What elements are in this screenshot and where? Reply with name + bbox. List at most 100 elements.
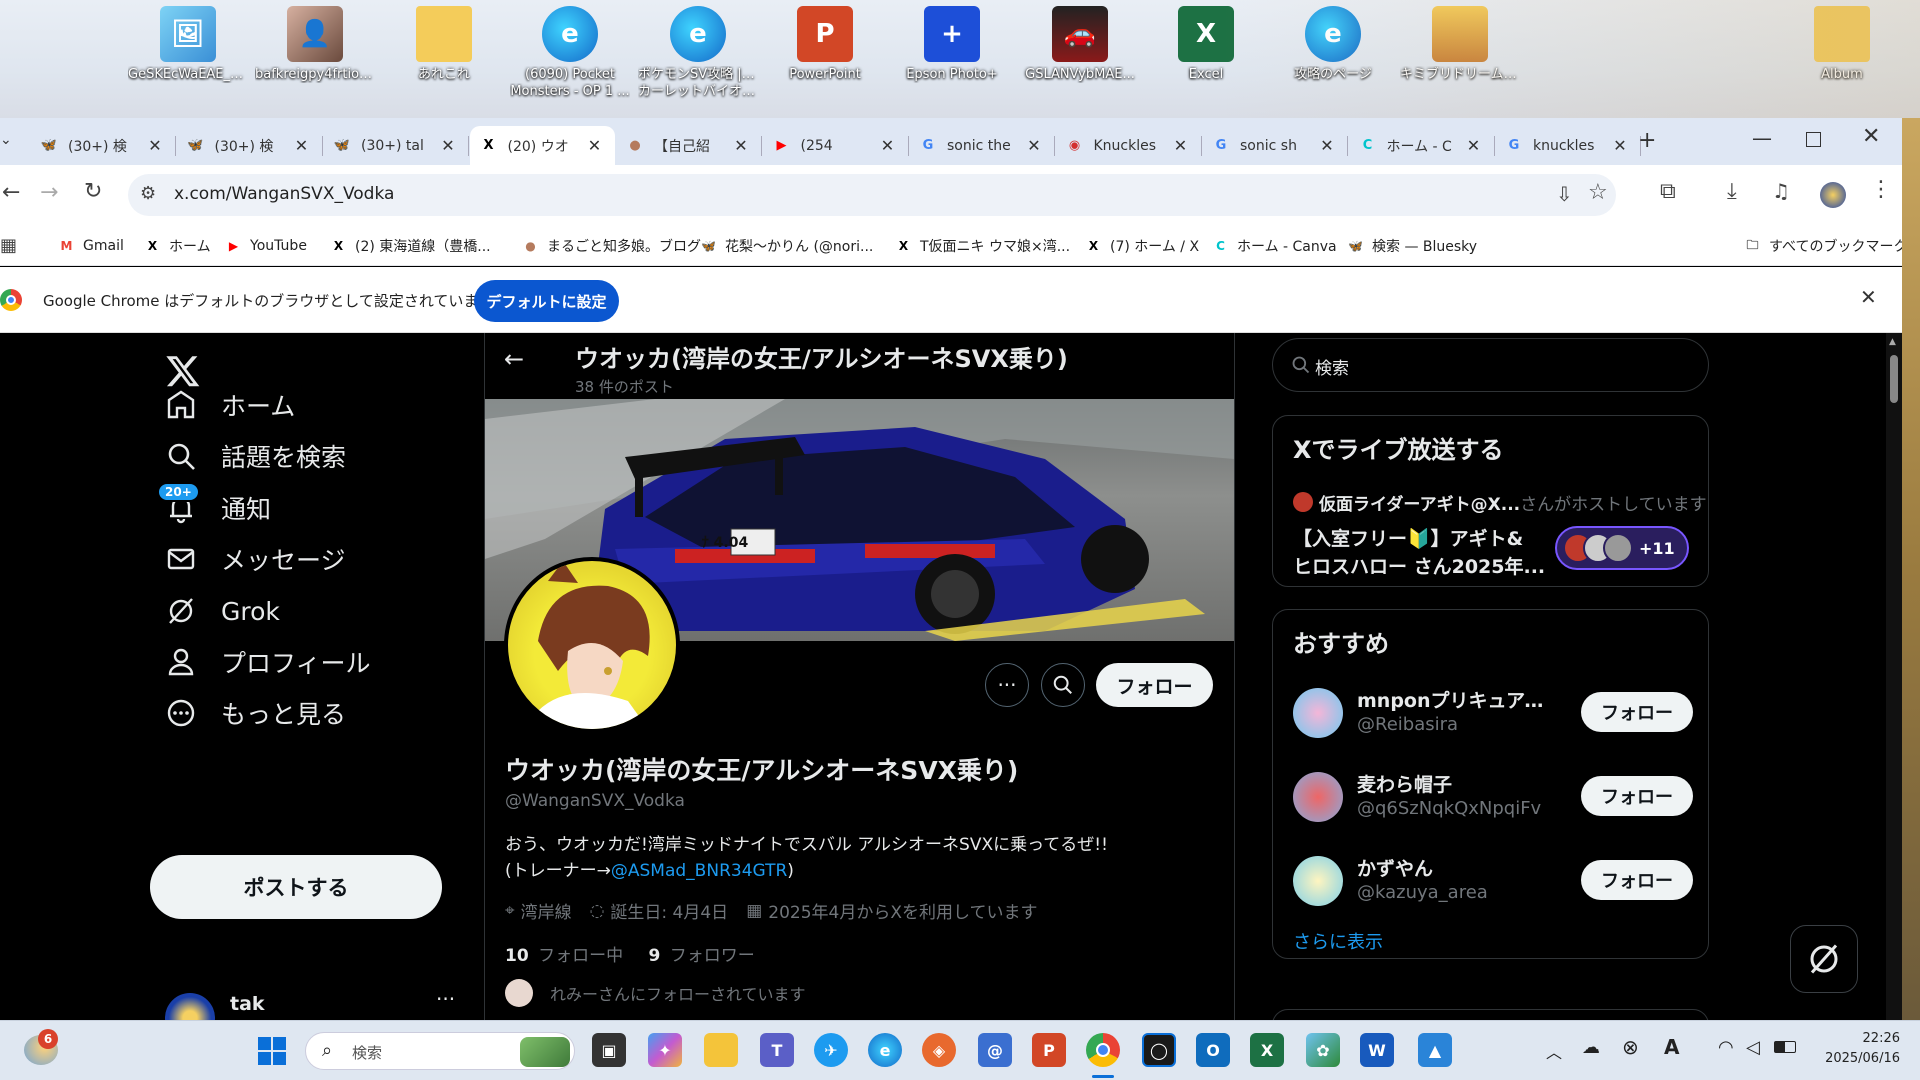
bookmark-item[interactable]: C ホーム - Canva	[1212, 226, 1337, 266]
excel-icon[interactable]: X	[1250, 1033, 1284, 1067]
photos-icon[interactable]: ▲	[1418, 1033, 1452, 1067]
media-control-icon[interactable]: ♫	[1772, 179, 1790, 203]
bookmark-item[interactable]: M Gmail	[58, 226, 124, 266]
bookmark-item[interactable]: X (2) 東海道線（豊橋...	[330, 226, 491, 266]
nav-item-6[interactable]: もっと見る	[165, 691, 346, 735]
close-tab-icon[interactable]: ✕	[878, 136, 898, 155]
start-button[interactable]	[258, 1037, 286, 1065]
wifi-icon[interactable]: ◠	[1718, 1037, 1734, 1058]
extensions-icon[interactable]: ⧉	[1660, 179, 1676, 204]
desktop-icon[interactable]: キミブリドリームマッチ	[1400, 6, 1520, 83]
back-button[interactable]: ←	[2, 180, 20, 205]
outlook-icon[interactable]: O	[1196, 1033, 1230, 1067]
close-tab-icon[interactable]: ✕	[145, 136, 165, 155]
suggestion-row[interactable]: 麦わら帽子 @q6SzNqkQxNpqiFv フォロー	[1293, 764, 1693, 824]
close-tab-icon[interactable]: ✕	[1171, 136, 1191, 155]
following-label[interactable]: フォロー中	[538, 946, 623, 966]
browser-tab[interactable]: Gsonic sh ✕	[1202, 126, 1348, 165]
maximize-button[interactable]	[1806, 132, 1821, 147]
close-tab-icon[interactable]: ✕	[1464, 136, 1484, 155]
desktop-icon[interactable]: 🚗 GSLANVybMAE...	[1020, 6, 1140, 83]
desktop-icon[interactable]: eポケモンSV攻略 | スカーレットバイオレッ...	[638, 6, 758, 100]
chrome-menu-icon[interactable]: ⋮	[1870, 177, 1892, 202]
following-count[interactable]: 10	[505, 946, 529, 966]
close-tab-icon[interactable]: ✕	[292, 136, 312, 155]
trainer-link[interactable]: @ASMad_BNR34GTR	[611, 861, 787, 881]
suggestion-follow-button[interactable]: フォロー	[1581, 860, 1693, 900]
chrome-icon[interactable]	[1086, 1033, 1120, 1067]
onedrive-icon[interactable]: ☁	[1582, 1037, 1600, 1058]
browser-tab[interactable]: ● 【自己紹 ✕	[616, 126, 762, 165]
desktop-icon[interactable]: あれこれ	[384, 6, 504, 83]
post-button[interactable]: ポストする	[150, 855, 442, 919]
nav-item-2[interactable]: 通知 20+	[157, 482, 271, 530]
more-options-button[interactable]: ···	[985, 663, 1029, 707]
close-tab-icon[interactable]: ✕	[1317, 136, 1337, 155]
suggestion-follow-button[interactable]: フォロー	[1581, 776, 1693, 816]
ime-icon[interactable]: A	[1664, 1035, 1679, 1059]
forward-button[interactable]: →	[40, 180, 58, 205]
bookmark-star-icon[interactable]: ☆	[1588, 180, 1608, 205]
tray-chevron-icon[interactable]: ︿	[1546, 1039, 1562, 1063]
browser-tab[interactable]: Gsonic the ✕	[909, 126, 1055, 165]
app-icon[interactable]: ✿	[1306, 1033, 1340, 1067]
address-bar[interactable]: ⚙ x.com/WanganSVX_Vodka ⇩ ☆	[128, 174, 1616, 216]
install-app-icon[interactable]: ⇩	[1556, 182, 1573, 206]
powerpoint-icon[interactable]: P	[1032, 1033, 1066, 1067]
reload-button[interactable]: ↻	[84, 179, 102, 204]
app-icon[interactable]: ◯	[1142, 1033, 1176, 1067]
close-tab-icon[interactable]: ✕	[1024, 136, 1044, 155]
profile-avatar[interactable]	[1820, 182, 1846, 208]
nav-item-1[interactable]: 話題を検索	[165, 434, 346, 478]
set-default-button[interactable]: デフォルトに設定	[474, 280, 619, 322]
close-tab-icon[interactable]: ✕	[585, 136, 605, 155]
nav-item-3[interactable]: メッセージ	[165, 537, 346, 581]
suggestion-follow-button[interactable]: フォロー	[1581, 692, 1693, 732]
live-host-line[interactable]: 仮面ライダーアギト@X...さんがホストしています	[1319, 490, 1707, 515]
bookmark-item[interactable]: X (7) ホーム / X	[1085, 226, 1199, 266]
followed-by-text[interactable]: れみーさんにフォローされています	[550, 981, 806, 1005]
show-more-link[interactable]: さらに表示	[1293, 928, 1383, 954]
desktop-icon[interactable]: 👤 bafkreigpy4frtios...	[255, 6, 375, 83]
nav-item-0[interactable]: ホーム	[165, 383, 295, 427]
browser-tab[interactable]: ◉ Knuckles ✕	[1056, 126, 1202, 165]
bookmark-item[interactable]: X T仮面ニキ ウマ娘×湾...	[895, 226, 1070, 266]
taskbar-search-input[interactable]: ⌕ 検索	[305, 1032, 575, 1070]
followers-count[interactable]: 9	[648, 946, 660, 966]
desktop-icon[interactable]: 🖼GeSKEcWaEAE_17j...	[128, 6, 248, 83]
profile-avatar-large[interactable]	[504, 557, 680, 733]
download-icon[interactable]: ⤓	[1727, 179, 1737, 204]
site-info-icon[interactable]: ⚙	[140, 183, 156, 204]
space-title-line1[interactable]: 【入室フリー🔰】アギト&	[1293, 524, 1523, 551]
account-name[interactable]: tak	[230, 993, 265, 1015]
account-menu-icon[interactable]: ···	[436, 987, 455, 1011]
browser-tab[interactable]: X (20) ウオ ✕	[469, 126, 615, 165]
desktop-icon[interactable]: e (6090) Pocket Monsters - OP 1 ...	[510, 6, 630, 100]
minimize-button[interactable]: —	[1752, 126, 1772, 150]
app-icon[interactable]: ◈	[922, 1033, 956, 1067]
bookmark-item[interactable]: 🦋 花梨～かりん (@nori...	[700, 226, 873, 266]
app-tray-icon[interactable]: ⊗	[1622, 1035, 1639, 1059]
file-explorer-icon[interactable]	[704, 1033, 738, 1067]
bookmark-item[interactable]: ▶ YouTube	[225, 226, 307, 266]
new-tab-button[interactable]: +	[1638, 128, 1656, 153]
close-window-button[interactable]: ✕	[1862, 124, 1880, 149]
bookmark-item[interactable]: X ホーム	[144, 226, 211, 266]
browser-tab[interactable]: ▶ (254 ✕	[763, 126, 909, 165]
bookmark-item[interactable]: ● まるごと知多娘。ブログ	[522, 226, 701, 266]
mail-app-icon[interactable]: @	[978, 1033, 1012, 1067]
url-text[interactable]: x.com/WanganSVX_Vodka	[174, 184, 394, 204]
close-tab-icon[interactable]: ✕	[1610, 136, 1630, 155]
follow-button[interactable]: フォロー	[1096, 663, 1213, 707]
desktop-icon[interactable]: + Epson Photo+	[892, 6, 1012, 83]
clock-time[interactable]: 22:26	[1820, 1031, 1900, 1046]
desktop-icon[interactable]: X Excel	[1146, 6, 1266, 83]
desktop-icon[interactable]: P PowerPoint	[765, 6, 885, 83]
tab-search-chevron-icon[interactable]: ⌄	[0, 132, 12, 148]
profile-search-button[interactable]	[1041, 663, 1085, 707]
followers-label[interactable]: フォロワー	[670, 946, 755, 966]
close-tab-icon[interactable]: ✕	[438, 136, 458, 155]
grok-floating-button[interactable]	[1790, 925, 1858, 993]
account-avatar[interactable]	[165, 993, 215, 1020]
close-tab-icon[interactable]: ✕	[731, 136, 751, 155]
